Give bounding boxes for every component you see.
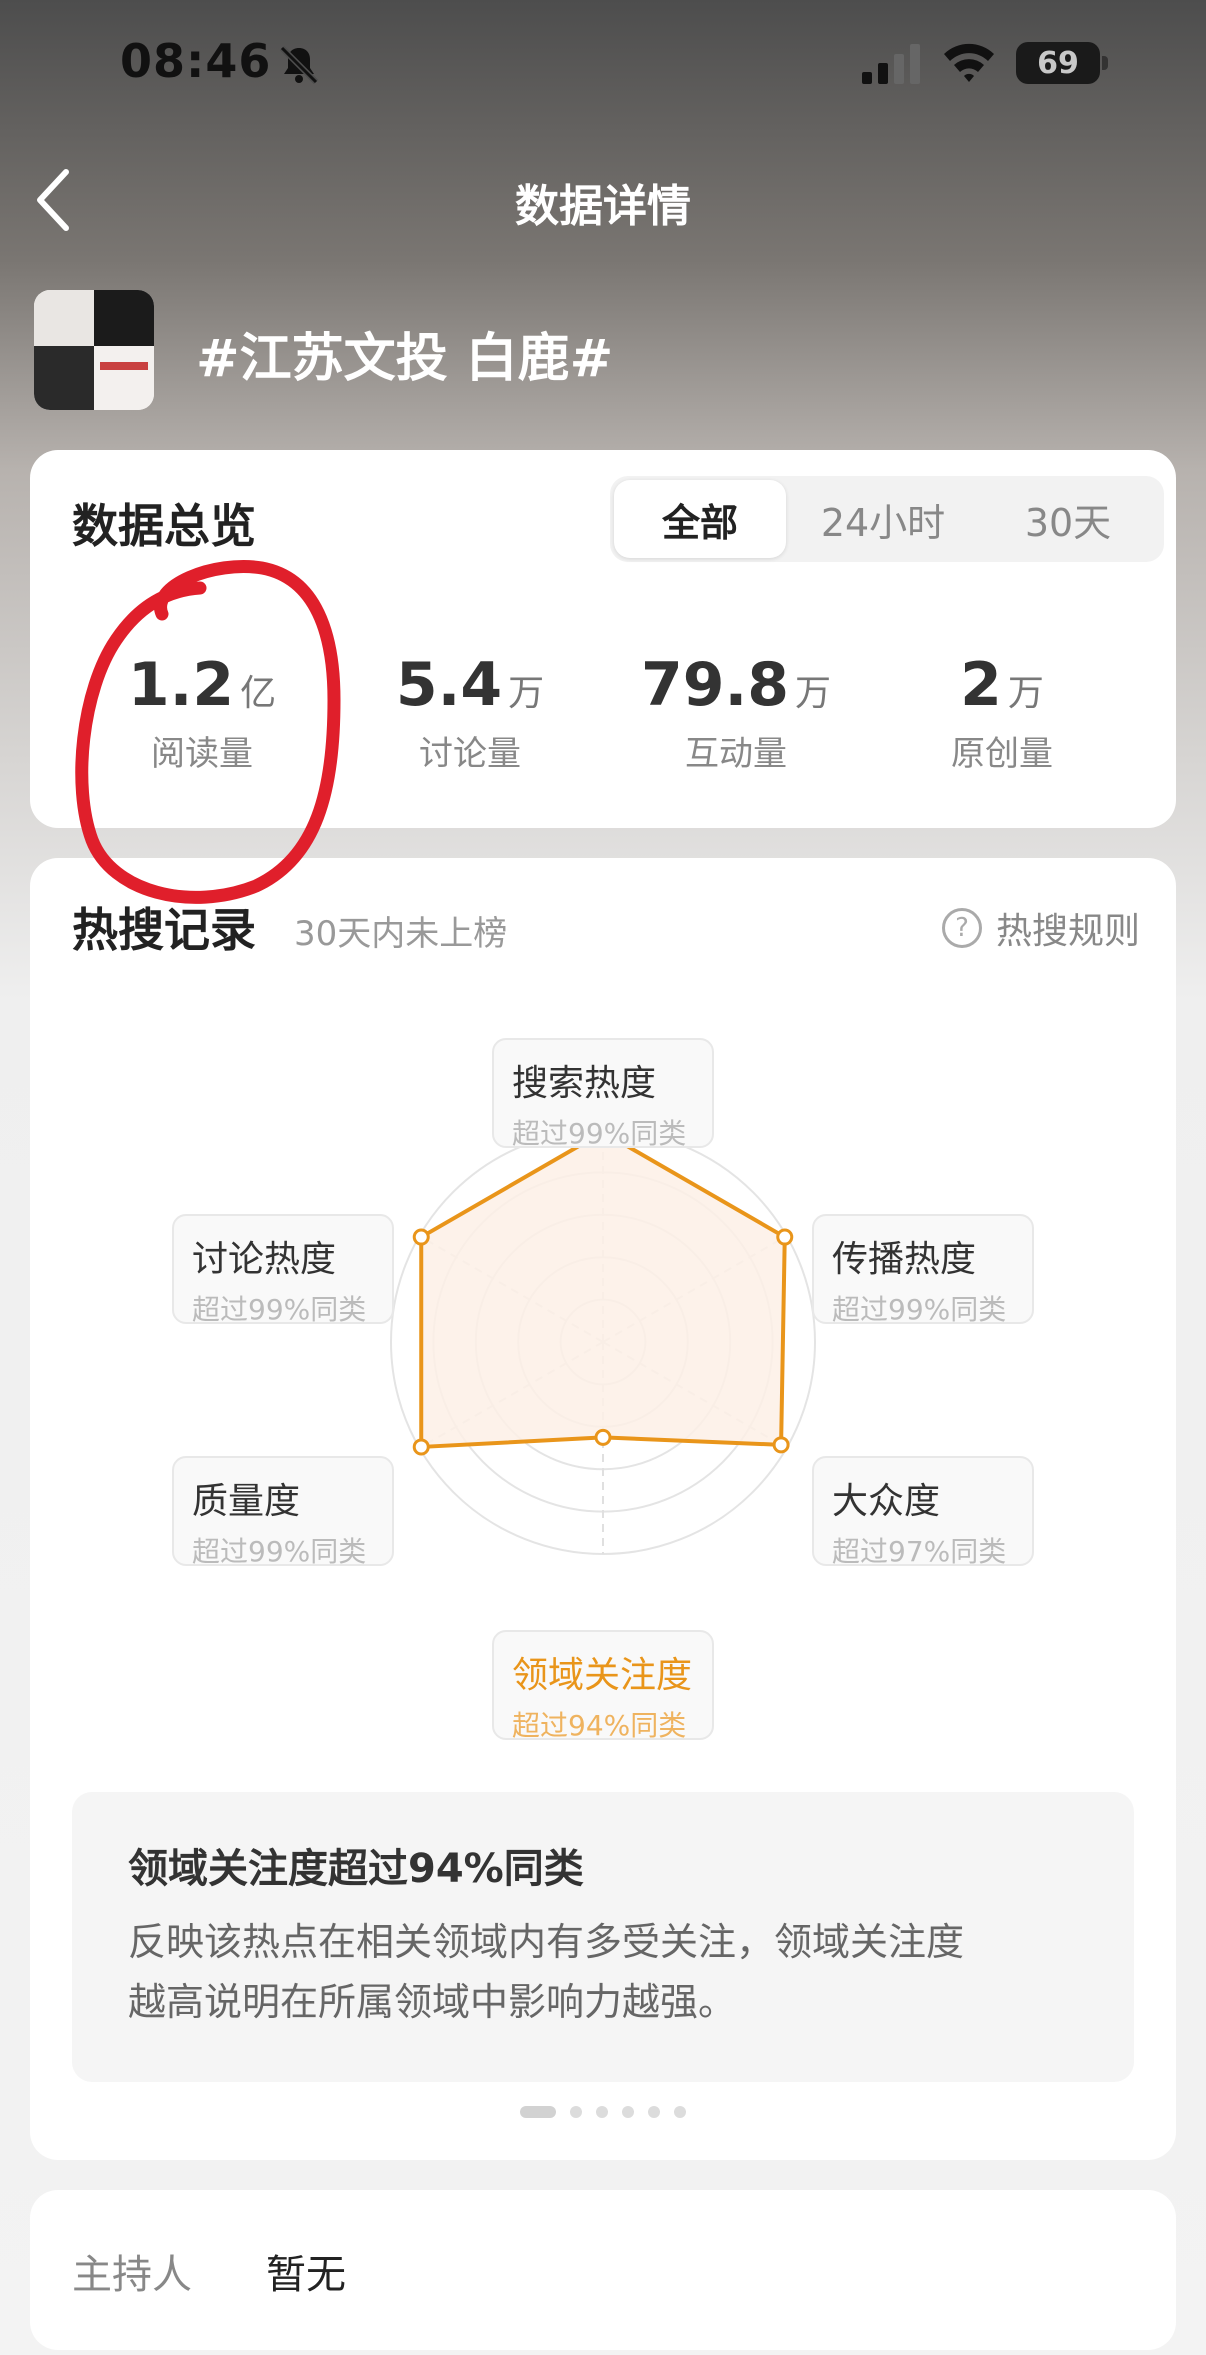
radar-point — [594, 1428, 612, 1446]
metric-discussions: 5.4 万 讨论量 — [340, 650, 600, 775]
dim-name: 大众度 — [832, 1481, 941, 1522]
metric-unit: 万 — [795, 673, 832, 714]
metric-value: 1.2 — [127, 650, 235, 720]
page-indicator — [30, 2106, 1176, 2118]
page-dot[interactable] — [520, 2106, 556, 2118]
radar-area — [419, 1130, 787, 1449]
page-dot[interactable] — [622, 2106, 634, 2118]
battery-cap — [1102, 56, 1108, 70]
dim-name: 讨论热度 — [192, 1239, 337, 1280]
battery-level: 69 — [1037, 45, 1079, 81]
page-dot[interactable] — [570, 2106, 582, 2118]
overview-title: 数据总览 — [72, 499, 256, 553]
tab-30d[interactable]: 30天 — [976, 476, 1160, 562]
host-value: 暂无 — [266, 2252, 346, 2298]
host-label: 主持人 — [72, 2252, 192, 2298]
dim-pct: 超过97%同类 — [832, 1535, 1007, 1568]
topic-title: #江苏文投 白鹿# — [196, 329, 614, 389]
radar-point — [772, 1436, 790, 1454]
page-title: 数据详情 — [515, 181, 691, 232]
metric-interactions: 79.8 万 互动量 — [606, 650, 866, 775]
wifi-icon — [944, 43, 994, 82]
metric-value: 79.8 — [640, 650, 790, 720]
signal-icon — [862, 44, 920, 84]
metric-label: 原创量 — [951, 734, 1053, 774]
metric-label: 互动量 — [685, 734, 787, 774]
metric-unit: 万 — [508, 673, 545, 714]
metric-value: 5.4 — [395, 650, 503, 720]
hot-search-card: 热搜记录 30天内未上榜 ? 热搜规则 搜索热度 超过99%同类 传播热度 超过… — [30, 858, 1176, 2160]
metric-label: 讨论量 — [419, 734, 521, 774]
overview-card: 数据总览 全部 24小时 30天 1.2 亿 阅读量 5.4 万 讨论量 79.8 万… — [30, 450, 1176, 828]
dim-domain-attention[interactable]: 领域关注度 超过94%同类 — [492, 1630, 714, 1742]
tab-24h[interactable]: 24小时 — [790, 476, 976, 562]
page-dot[interactable] — [648, 2106, 660, 2118]
info-body: 反映该热点在相关领域内有多受关注，领域关注度 越高说明在所属领域中影响力越强。 — [128, 1912, 1078, 2032]
metric-label: 阅读量 — [151, 734, 253, 774]
period-tabs: 全部 24小时 30天 — [610, 476, 1164, 562]
dim-pct: 超过99%同类 — [192, 1535, 367, 1568]
page-dot[interactable] — [674, 2106, 686, 2118]
dim-name: 领域关注度 — [512, 1655, 693, 1696]
dim-spread-heat[interactable]: 传播热度 超过99%同类 — [812, 1214, 1034, 1326]
dim-pct: 超过99%同类 — [512, 1117, 687, 1150]
dim-pct: 超过99%同类 — [832, 1293, 1007, 1326]
dim-quality[interactable]: 质量度 超过99%同类 — [172, 1456, 394, 1568]
info-title: 领域关注度超过94%同类 — [128, 1846, 584, 1892]
dim-search-heat[interactable]: 搜索热度 超过99%同类 — [492, 1038, 714, 1150]
dim-name: 搜索热度 — [512, 1063, 657, 1104]
dim-name: 传播热度 — [832, 1239, 977, 1280]
dim-pct: 超过99%同类 — [192, 1293, 367, 1326]
status-bar: 08:46 69 — [0, 0, 1206, 130]
metric-value: 2 — [960, 650, 1002, 720]
dim-pct: 超过94%同类 — [512, 1709, 687, 1742]
status-time: 08:46 — [120, 34, 272, 88]
dim-popularity[interactable]: 大众度 超过97%同类 — [812, 1456, 1034, 1568]
dim-name: 质量度 — [192, 1481, 301, 1522]
tab-all[interactable]: 全部 — [614, 480, 786, 558]
metric-unit: 亿 — [240, 673, 277, 714]
radar-point — [412, 1438, 430, 1456]
dimension-info-box: 领域关注度超过94%同类 反映该热点在相关领域内有多受关注，领域关注度 越高说明… — [72, 1792, 1134, 2082]
page-dot[interactable] — [596, 2106, 608, 2118]
info-body-line: 反映该热点在相关领域内有多受关注，领域关注度 — [128, 1920, 965, 1964]
metric-originals: 2万 原创量 — [872, 650, 1132, 775]
host-card: 主持人 暂无 — [30, 2190, 1176, 2350]
metric-unit: 万 — [1007, 673, 1044, 714]
radar-point — [412, 1228, 430, 1246]
bell-muted-icon — [279, 45, 319, 85]
metric-reads: 1.2 亿 阅读量 — [72, 650, 332, 775]
dim-discussion-heat[interactable]: 讨论热度 超过99%同类 — [172, 1214, 394, 1326]
info-body-line: 越高说明在所属领域中影响力越强。 — [128, 1980, 737, 2024]
battery-icon: 69 — [1016, 42, 1100, 84]
radar-point — [776, 1228, 794, 1246]
topic-thumbnail[interactable] — [34, 290, 154, 410]
